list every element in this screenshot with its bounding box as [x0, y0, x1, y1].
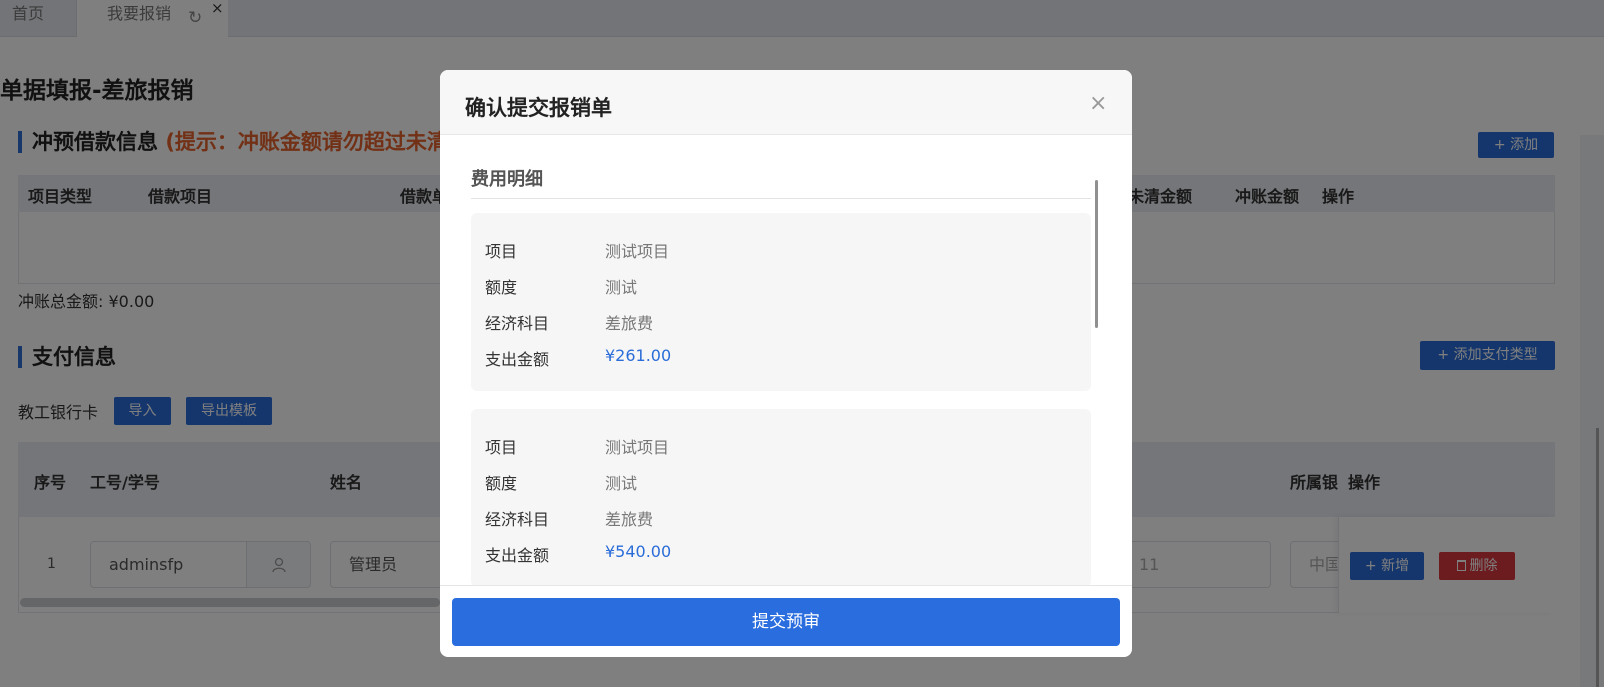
expense-detail-title: 费用明细 — [471, 169, 543, 190]
expense-row-amount: 支出金额 ¥540.00 — [485, 542, 1075, 566]
value-project: 测试项目 — [605, 242, 670, 261]
label-project: 项目 — [485, 242, 518, 261]
value-subject: 差旅费 — [605, 510, 654, 529]
expense-row-quota: 额度 测试 — [485, 470, 1075, 494]
divider — [471, 198, 1091, 199]
label-quota: 额度 — [485, 278, 518, 297]
expense-row-subject: 经济科目 差旅费 — [485, 310, 1075, 334]
value-project: 测试项目 — [605, 438, 670, 457]
value-quota: 测试 — [605, 474, 638, 493]
modal-scrollbar[interactable] — [1095, 180, 1098, 328]
value-amount: ¥261.00 — [605, 346, 672, 365]
label-amount: 支出金额 — [485, 350, 550, 369]
confirm-submit-modal: 确认提交报销单 × 费用明细 项目 测试项目 额度 测试 经济科目 差旅费 支出… — [440, 70, 1132, 657]
label-quota: 额度 — [485, 474, 518, 493]
label-project: 项目 — [485, 438, 518, 457]
footer-divider — [440, 585, 1132, 586]
value-quota: 测试 — [605, 278, 638, 297]
modal-header: 确认提交报销单 × — [440, 70, 1132, 135]
expense-row-amount: 支出金额 ¥261.00 — [485, 346, 1075, 370]
label-subject: 经济科目 — [485, 314, 550, 333]
label-subject: 经济科目 — [485, 510, 550, 529]
expense-row-quota: 额度 测试 — [485, 274, 1075, 298]
modal-body: 项目 测试项目 额度 测试 经济科目 差旅费 支出金额 ¥261.00 项目 测… — [440, 213, 1132, 585]
expense-item-card: 项目 测试项目 额度 测试 经济科目 差旅费 支出金额 ¥261.00 — [471, 213, 1091, 391]
value-amount: ¥540.00 — [605, 542, 672, 561]
label-amount: 支出金额 — [485, 546, 550, 565]
expense-row-project: 项目 测试项目 — [485, 238, 1075, 262]
expense-row-project: 项目 测试项目 — [485, 434, 1075, 458]
expense-row-subject: 经济科目 差旅费 — [485, 506, 1075, 530]
close-icon[interactable]: × — [1089, 93, 1107, 115]
submit-pre-review-button[interactable]: 提交预审 — [452, 598, 1120, 646]
modal-title: 确认提交报销单 — [465, 96, 612, 120]
expense-item-card: 项目 测试项目 额度 测试 经济科目 差旅费 支出金额 ¥540.00 — [471, 409, 1091, 585]
value-subject: 差旅费 — [605, 314, 654, 333]
